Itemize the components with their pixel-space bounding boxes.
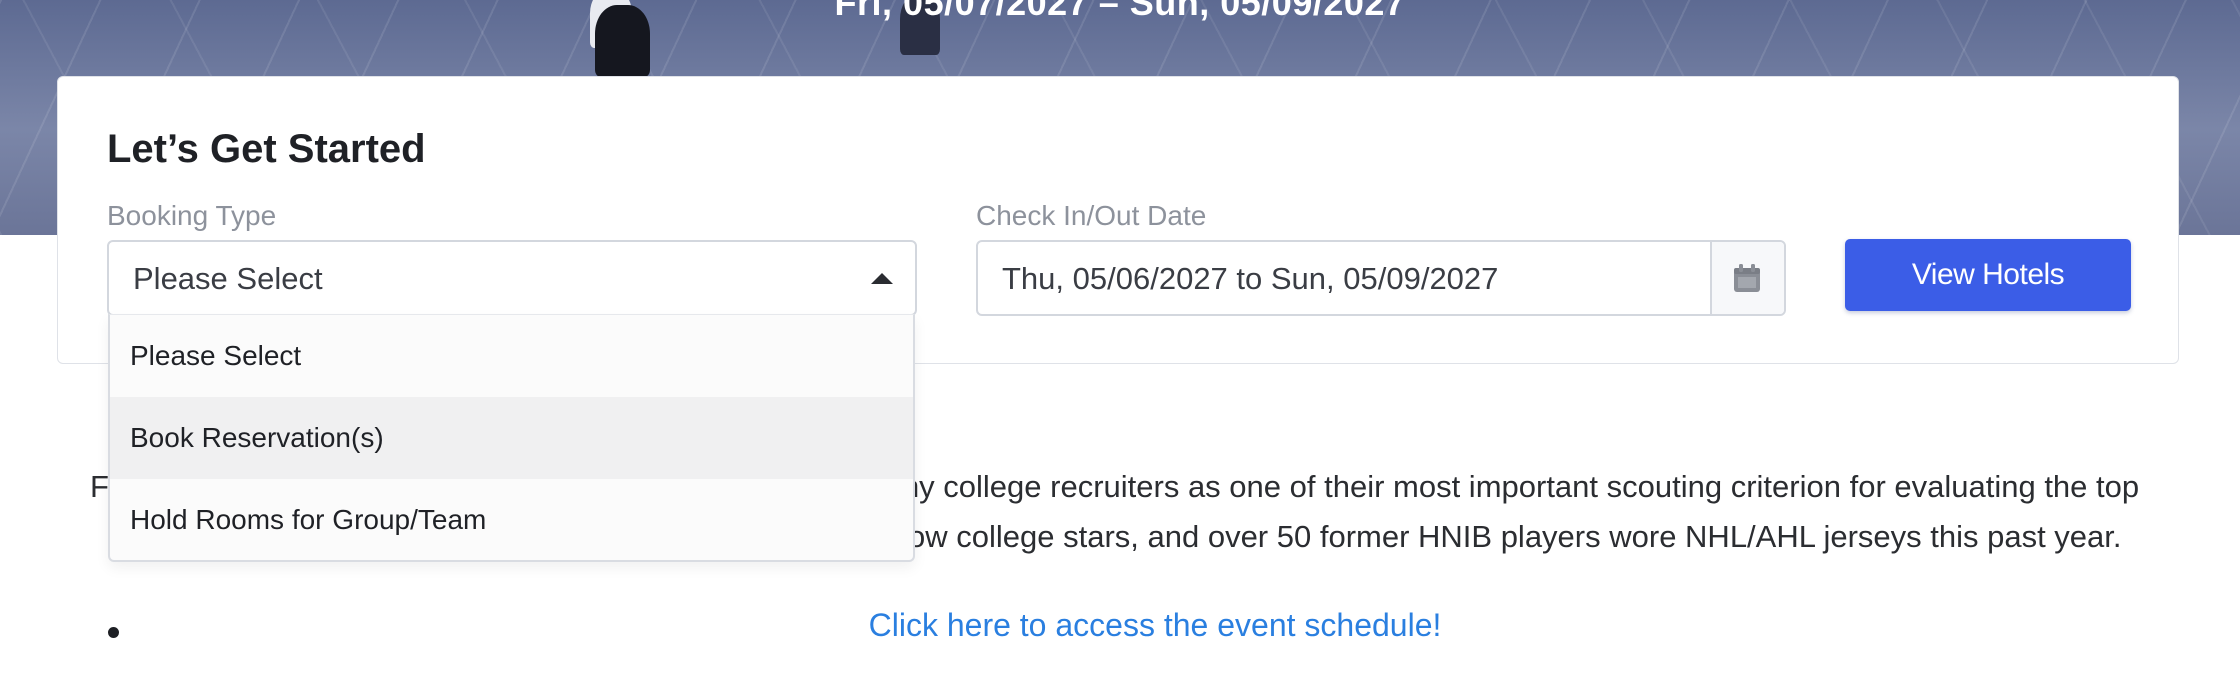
view-hotels-button[interactable]: View Hotels (1845, 239, 2131, 311)
event-schedule-link[interactable]: Click here to access the event schedule! (0, 607, 2240, 644)
intro-line2-end: ow college stars, and over 50 former HNI… (908, 519, 2122, 554)
dropdown-option-hold-rooms[interactable]: Hold Rooms for Group/Team (110, 479, 913, 560)
calendar-button[interactable] (1710, 242, 1784, 314)
intro-line1-end: ny college recruiters as one of their mo… (901, 469, 2140, 504)
check-in-out-label: Check In/Out Date (976, 200, 1207, 231)
caret-up-icon (871, 273, 893, 284)
booking-title: Let’s Get Started (107, 127, 426, 171)
intro-line1-start: F (90, 469, 109, 504)
check-in-out-date-input[interactable]: Thu, 05/06/2027 to Sun, 05/09/2027 (976, 240, 1786, 316)
booking-type-label: Booking Type (107, 200, 277, 231)
booking-type-dropdown-menu: Please Select Book Reservation(s) Hold R… (108, 314, 915, 562)
booking-type-select[interactable]: Please Select (107, 240, 917, 316)
calendar-icon (1734, 264, 1760, 292)
booking-type-selected-value: Please Select (133, 261, 323, 296)
dropdown-option-please-select[interactable]: Please Select (110, 315, 913, 397)
check-in-out-date-value: Thu, 05/06/2027 to Sun, 05/09/2027 (1002, 261, 1499, 296)
event-dates: Fri, 05/07/2027 – Sun, 05/09/2027 (834, 0, 1406, 23)
dropdown-option-book-reservations[interactable]: Book Reservation(s) (110, 397, 913, 479)
